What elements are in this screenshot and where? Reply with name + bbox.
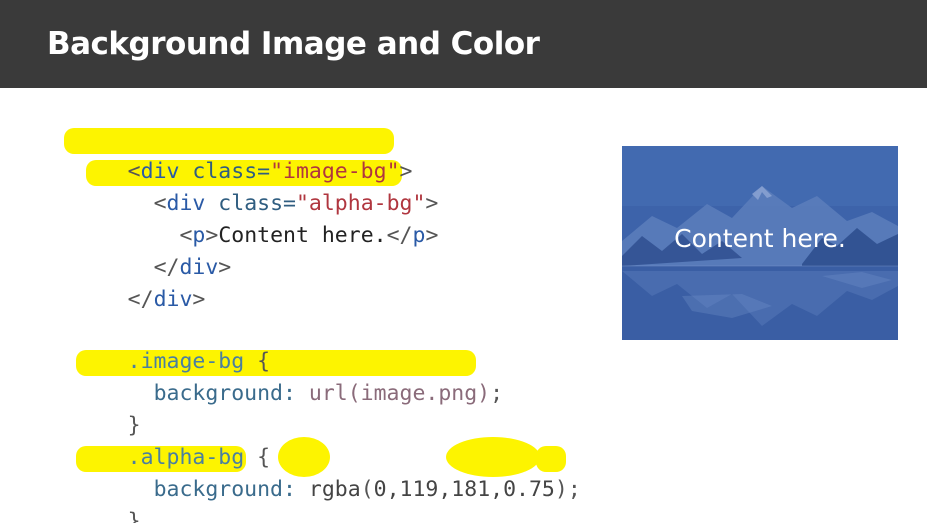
code-token: > <box>205 223 219 248</box>
code-token: class= <box>179 159 271 184</box>
code-token: div <box>166 191 206 216</box>
code-token: "image-bg" <box>270 159 400 184</box>
title-bar: Background Image and Color <box>0 0 927 88</box>
highlight-mark <box>64 128 394 154</box>
code-token: } <box>127 509 141 523</box>
code-token: { <box>244 445 271 470</box>
code-token: .alpha-bg <box>127 445 245 470</box>
code-token: > <box>399 159 413 184</box>
code-line-1: <div class="image-bg"> <box>50 124 581 184</box>
code-token: p <box>412 223 426 248</box>
code-token: > <box>425 223 439 248</box>
code-token: > <box>425 191 439 216</box>
code-token: ( <box>360 477 374 502</box>
code-token: "alpha-bg" <box>295 191 426 216</box>
code-token: 0.75 <box>503 477 555 502</box>
code-token: div <box>140 159 180 184</box>
code-token: < <box>153 191 167 216</box>
code-token: Content here. <box>218 223 387 248</box>
code-token: class= <box>205 191 296 216</box>
slide-title: Background Image and Color <box>47 26 540 62</box>
code-token: ; <box>567 477 581 502</box>
code-token: div <box>179 255 219 280</box>
code-line-7: .image-bg { <box>50 314 581 374</box>
highlight-mark <box>278 437 330 477</box>
code-token: p <box>192 223 206 248</box>
highlight-mark <box>536 446 566 472</box>
code-token: background: <box>153 381 296 406</box>
code-token: ; <box>490 381 504 406</box>
code-token: > <box>192 287 206 312</box>
code-token: rgba <box>295 477 361 502</box>
code-token: background: <box>153 477 296 502</box>
code-token: div <box>153 287 193 312</box>
highlight-mark <box>446 437 540 477</box>
code-token: ) <box>554 477 568 502</box>
code-token: { <box>244 349 271 374</box>
code-token: .image-bg <box>127 349 245 374</box>
code-token: > <box>218 255 232 280</box>
code-token: </ <box>127 287 154 312</box>
code-token: </ <box>386 223 413 248</box>
code-token: 0,119,181, <box>373 477 504 502</box>
code-token: < <box>179 223 193 248</box>
code-token: </ <box>153 255 180 280</box>
preview-box: Content here. <box>622 146 898 340</box>
preview-content-text: Content here. <box>674 224 846 253</box>
code-block: <div class="image-bg"> <div class="alpha… <box>50 124 581 523</box>
code-token: url(image.png) <box>295 381 491 406</box>
code-token: < <box>127 159 141 184</box>
slide: Background Image and Color <div class="i… <box>0 0 927 523</box>
code-token: } <box>127 413 141 438</box>
